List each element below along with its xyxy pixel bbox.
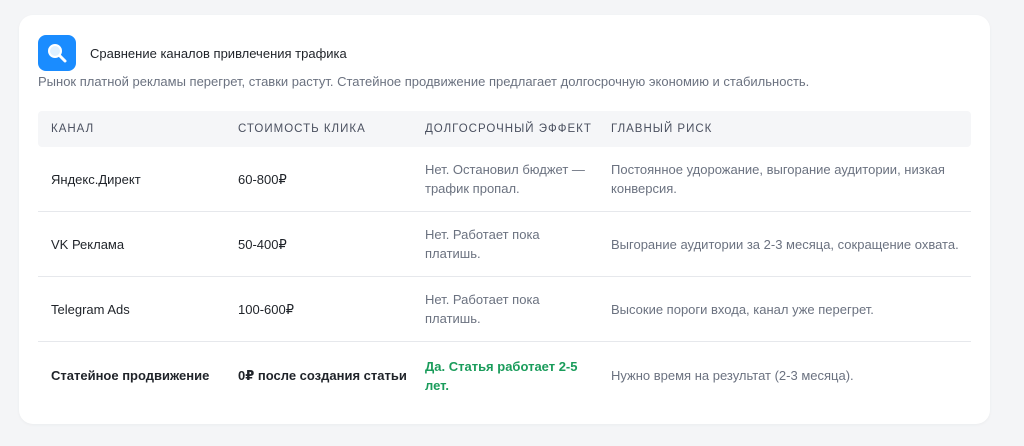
- column-header-effect: Долгосрочный эффект: [425, 123, 592, 135]
- card-subtitle: Рынок платной рекламы перегрет, ставки р…: [38, 74, 810, 89]
- cell-cost: 0₽ после создания статьи: [238, 368, 407, 383]
- cell-cost: 60-800₽: [238, 171, 287, 187]
- cell-channel: Статейное продвижение: [51, 368, 210, 383]
- cell-risk: Постоянное удорожание, выгорание аудитор…: [611, 162, 945, 196]
- cell-effect: Нет. Работает пока платишь.: [425, 227, 540, 261]
- cell-risk: Высокие пороги входа, канал уже перегрет…: [611, 301, 874, 317]
- card-header: Сравнение каналов привлечения трафика: [38, 35, 347, 71]
- search-icon: [38, 35, 76, 71]
- cell-channel: VK Реклама: [51, 236, 125, 252]
- table-row: VK Реклама 50-400₽ Нет. Работает пока пл…: [38, 212, 971, 277]
- table-row-highlighted: Статейное продвижение 0₽ после создания …: [38, 342, 971, 409]
- table-header: Канал Стоимость клика Долгосрочный эффек…: [38, 111, 971, 147]
- cell-effect: Нет. Работает пока платишь.: [425, 292, 540, 326]
- table-row: Telegram Ads 100-600₽ Нет. Работает пока…: [38, 277, 971, 342]
- comparison-table: Канал Стоимость клика Долгосрочный эффек…: [38, 111, 971, 409]
- cell-risk: Нужно время на результат (2-3 месяца).: [611, 368, 854, 383]
- cell-cost: 50-400₽: [238, 236, 287, 252]
- column-header-risk: Главный риск: [611, 123, 713, 135]
- column-header-channel: Канал: [51, 123, 95, 135]
- cell-effect-highlight: Да. Статья работает 2-5 лет.: [425, 358, 578, 393]
- card-title: Сравнение каналов привлечения трафика: [90, 45, 347, 61]
- cell-channel: Telegram Ads: [51, 301, 130, 317]
- cell-effect: Нет. Остановил бюджет — трафик пропал.: [425, 162, 585, 196]
- cell-risk: Выгорание аудитории за 2-3 месяца, сокра…: [611, 236, 959, 252]
- cell-channel: Яндекс.Директ: [51, 171, 141, 187]
- cell-cost: 100-600₽: [238, 301, 294, 317]
- column-header-cost: Стоимость клика: [238, 123, 366, 135]
- comparison-card: Сравнение каналов привлечения трафика Ры…: [19, 15, 990, 424]
- table-row: Яндекс.Директ 60-800₽ Нет. Остановил бюд…: [38, 147, 971, 212]
